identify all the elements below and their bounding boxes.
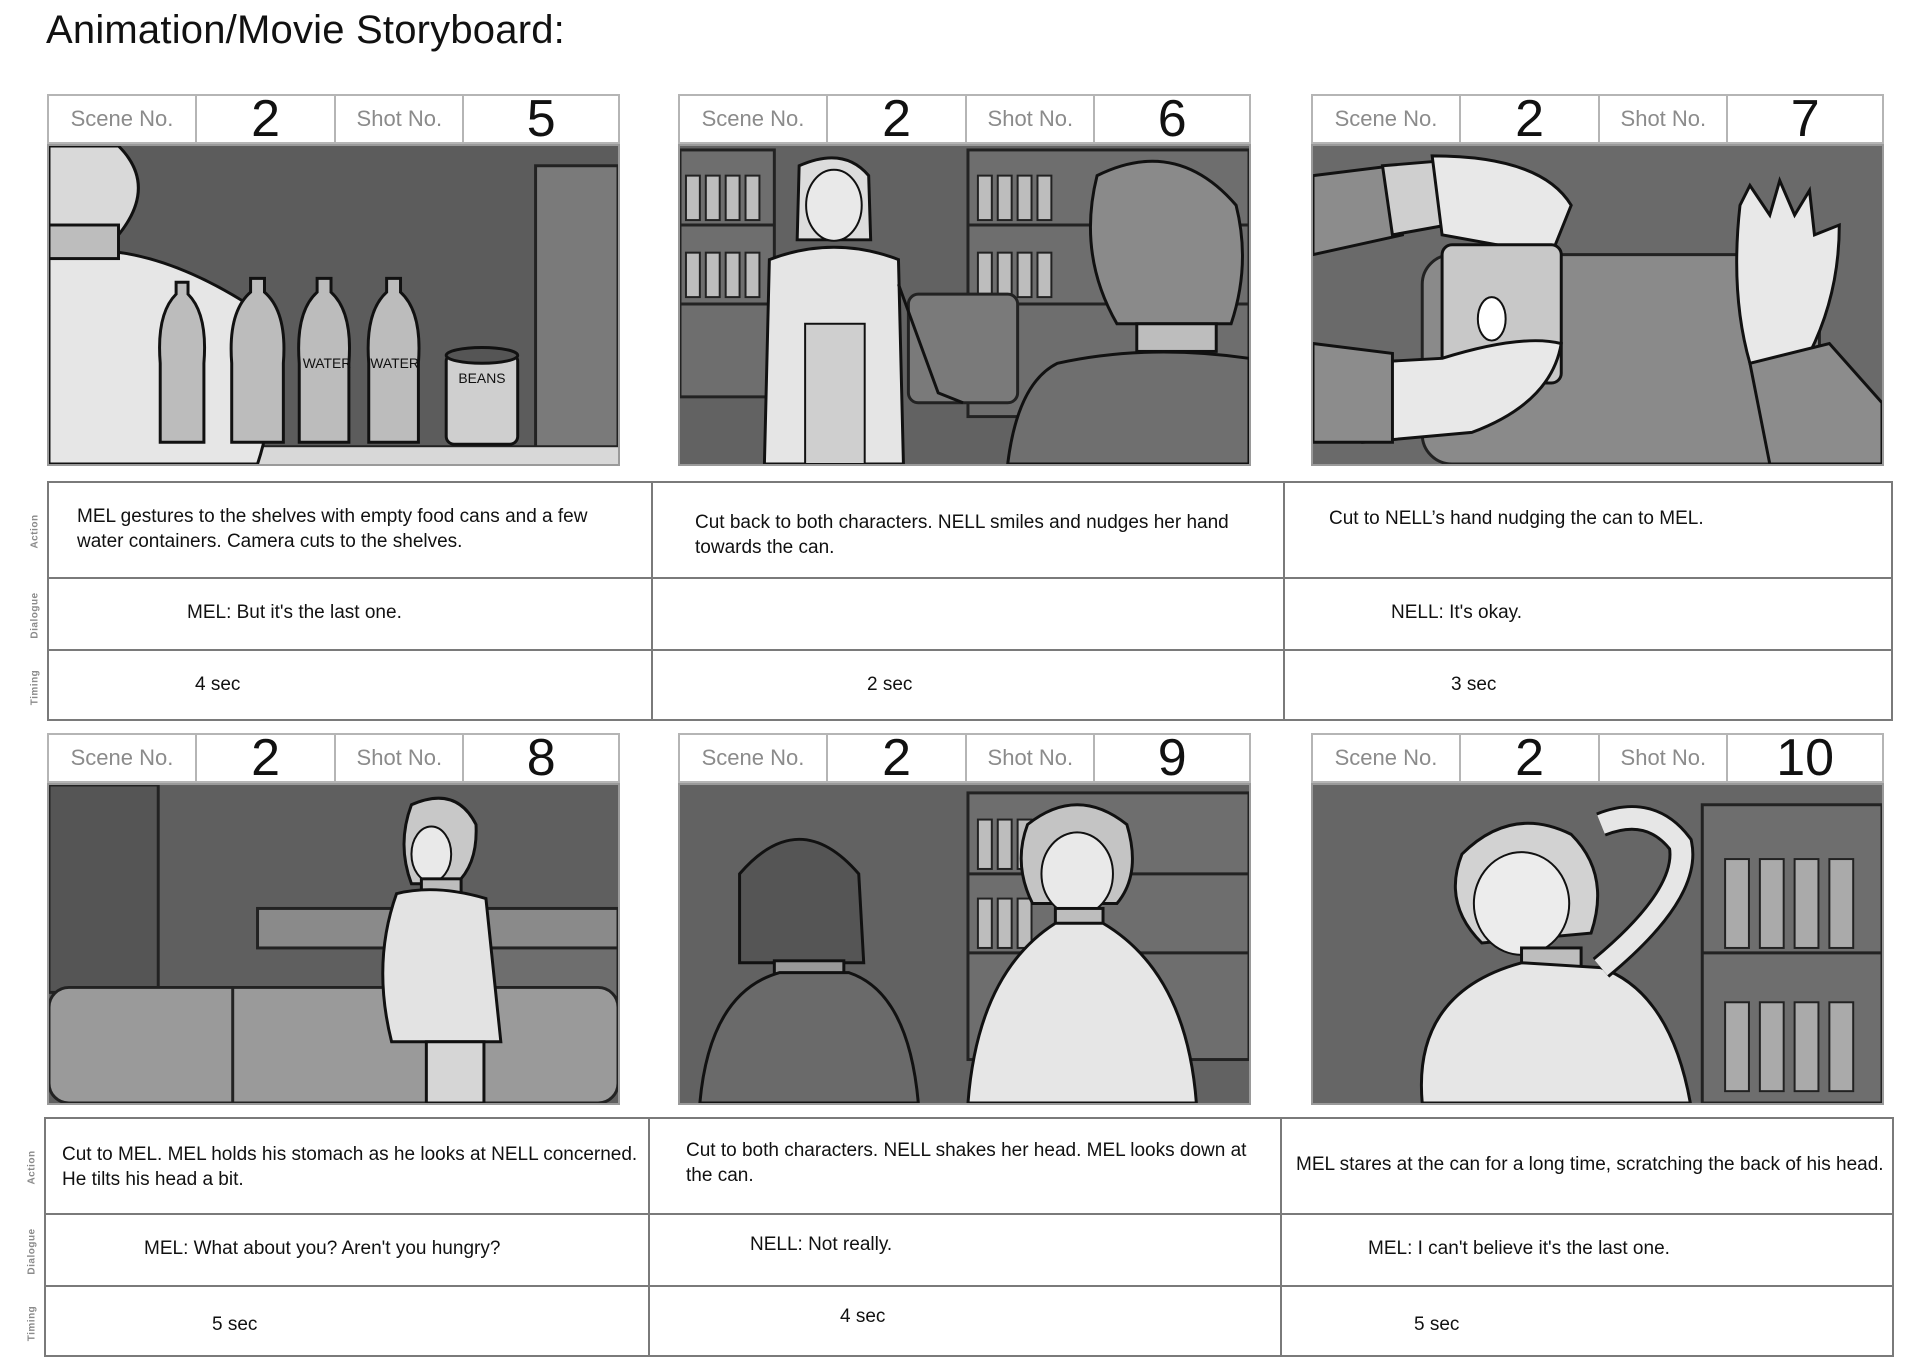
shot-number: 9 [1157, 729, 1187, 787]
scene-label: Scene No. [1334, 106, 1438, 131]
timing-cell: 5 sec [46, 1287, 650, 1357]
row-label-dialogue: Dialogue [26, 1227, 38, 1275]
row-label-action: Action [26, 1149, 38, 1185]
shot-number: 7 [1790, 90, 1820, 148]
storyboard-frame-shot-6 [678, 144, 1251, 466]
panel-header-shot-6: Scene No. 2 Shot No. 6 [678, 90, 1251, 148]
action-cell: Cut to MEL. MEL holds his stomach as he … [46, 1119, 650, 1215]
scene-number: 2 [1515, 90, 1545, 148]
timing-cell: 3 sec [1451, 674, 1497, 695]
scene-number: 2 [1515, 729, 1545, 787]
row-label-timing: Timing [29, 669, 41, 705]
panel-header-shot-9: Scene No. 2 Shot No. 9 [678, 729, 1251, 787]
shot-label: Shot No. [987, 745, 1074, 770]
can-label: BEANS [458, 370, 505, 386]
row-label-dialogue: Dialogue [29, 591, 41, 639]
row-label-action: Action [29, 513, 41, 549]
storyboard-frame-shot-5: WATER WATER BEANS [47, 144, 620, 466]
timing-cell: 4 sec [49, 651, 653, 721]
scene-label: Scene No. [1334, 745, 1438, 770]
panel-header-shot-7: Scene No. 2 Shot No. 7 [1311, 90, 1884, 148]
scene-label: Scene No. [701, 745, 805, 770]
scene-number: 2 [882, 90, 912, 148]
shot-number: 8 [526, 729, 556, 787]
notes-table-row-2: Action Dialogue Timing Cut to MEL. MEL h… [27, 1117, 1894, 1357]
panel-header-shot-10: Scene No. 2 Shot No. 10 [1311, 729, 1884, 787]
scene-number: 2 [882, 729, 912, 787]
dialogue-cell: MEL: But it's the last one. [49, 579, 653, 651]
dialogue-cell: MEL: What about you? Aren't you hungry? [46, 1215, 650, 1287]
timing-cell: 5 sec [1414, 1314, 1460, 1335]
timing-cell: 4 sec [650, 1287, 1282, 1357]
scene-number: 2 [251, 729, 281, 787]
shot-label: Shot No. [356, 745, 443, 770]
panel-header-shot-5: Scene No. 2 Shot No. 5 [47, 90, 620, 148]
dialogue-cell: MEL: I can't believe it's the last one. [1282, 1215, 1892, 1287]
shot-number: 6 [1157, 90, 1187, 148]
dialogue-cell: NELL: Not really. [650, 1215, 1282, 1287]
action-cell: Cut back to both characters. NELL smiles… [653, 483, 1285, 579]
action-cell: Cut to both characters. NELL shakes her … [650, 1119, 1282, 1215]
timing-cell: 2 sec [653, 651, 1285, 721]
dialogue-cell [653, 579, 1285, 651]
shot-number: 5 [526, 90, 556, 148]
action-cell: MEL gestures to the shelves with empty f… [49, 483, 653, 579]
dialogue-cell: NELL: It's okay. [1285, 579, 1891, 651]
panel-header-shot-8: Scene No. 2 Shot No. 8 [47, 729, 620, 787]
shot-label: Shot No. [356, 106, 443, 131]
shot-label: Shot No. [1620, 106, 1707, 131]
row-label-timing: Timing [26, 1305, 38, 1341]
storyboard-frame-shot-10 [1311, 783, 1884, 1105]
action-cell: MEL stares at the can for a long time, s… [1282, 1119, 1892, 1215]
action-cell: Cut to NELL’s hand nudging the can to ME… [1285, 483, 1891, 579]
storyboard-frame-shot-9 [678, 783, 1251, 1105]
storyboard-frame-shot-8 [47, 783, 620, 1105]
bottle-label: WATER [303, 355, 352, 371]
storyboard-frame-shot-7 [1311, 144, 1884, 466]
notes-table-row-1: Action Dialogue Timing MEL gestures to t… [30, 481, 1893, 721]
shot-label: Shot No. [987, 106, 1074, 131]
bottle-label: WATER [370, 355, 419, 371]
scene-label: Scene No. [701, 106, 805, 131]
page-title: Animation/Movie Storyboard: [46, 8, 565, 52]
scene-label: Scene No. [70, 745, 174, 770]
scene-number: 2 [251, 90, 281, 148]
shot-label: Shot No. [1620, 745, 1707, 770]
scene-label: Scene No. [70, 106, 174, 131]
shot-number: 10 [1776, 729, 1835, 787]
